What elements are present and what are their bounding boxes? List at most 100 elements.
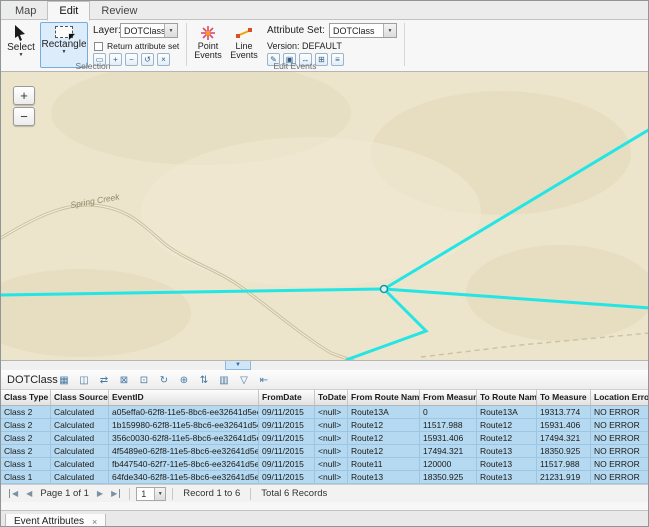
zoom-control: + −	[13, 86, 35, 128]
table-row[interactable]: Class 1 Calculated fb447540-62f7-11e5-8b…	[1, 458, 648, 471]
cell-class-source: Calculated	[51, 419, 109, 431]
column-header-todate[interactable]: ToDate	[315, 390, 348, 405]
cell-from-measure: 18350.925	[420, 471, 477, 483]
cell-from-measure: 15931.406	[420, 432, 477, 444]
point-events-button[interactable]: Point Events	[191, 22, 225, 66]
next-page-button[interactable]: ▶	[93, 489, 107, 498]
ribbon-body: Select ▼ ◤ Rectangle ▼ Layer: DOTClass ▼…	[1, 20, 648, 72]
sort-icon[interactable]: ⇅	[195, 372, 213, 388]
status-tab-bar: Event Attributes ×	[1, 510, 648, 526]
cell-from-route-name: Route12	[348, 419, 420, 431]
cell-to-route-name: Route13	[477, 445, 537, 457]
map-canvas[interactable]: Spring Creek + −	[1, 72, 649, 360]
cell-class-source: Calculated	[51, 445, 109, 457]
page-select-dropdown[interactable]: 1 ▼	[136, 487, 166, 501]
return-attribute-set-label: Return attribute set	[107, 41, 179, 51]
previous-page-button[interactable]: ◀	[22, 489, 36, 498]
cell-eventid: fb447540-62f7-11e5-8bc6-ee32641d5ec9	[109, 458, 259, 470]
tab-edit[interactable]: Edit	[47, 1, 90, 21]
cell-eventid: 356c0030-62f8-11e5-8bc6-ee32641d5ec9	[109, 432, 259, 444]
cell-to-measure: 15931.406	[537, 419, 591, 431]
collapse-grid-icon[interactable]: ⇤	[255, 372, 273, 388]
route-line-south[interactable]	[346, 289, 426, 360]
cell-to-route-name: Route12	[477, 419, 537, 431]
cursor-icon	[14, 25, 28, 42]
cell-todate: <null>	[315, 471, 348, 483]
route-junction-vertex[interactable]	[381, 286, 388, 293]
cell-from-route-name: Route13A	[348, 406, 420, 418]
cell-fromdate: 09/11/2015	[259, 458, 315, 470]
collapse-panel-button[interactable]: ▼	[225, 361, 251, 370]
chevron-down-icon[interactable]: ▼	[383, 24, 396, 37]
column-header-from-measure[interactable]: From Measure	[420, 390, 477, 405]
return-attribute-set-checkbox[interactable]	[94, 42, 103, 51]
cell-fromdate: 09/11/2015	[259, 406, 315, 418]
column-header-from-route-name[interactable]: From Route Name	[348, 390, 420, 405]
attribute-set-dropdown[interactable]: DOTClass ▼	[329, 23, 397, 38]
cell-class-type: Class 2	[1, 419, 51, 431]
line-events-label: Line Events	[227, 42, 261, 60]
cell-todate: <null>	[315, 445, 348, 457]
show-selected-icon[interactable]: ◫	[75, 372, 93, 388]
refresh-icon[interactable]: ↻	[155, 372, 173, 388]
cell-from-measure: 11517.988	[420, 419, 477, 431]
cell-todate: <null>	[315, 406, 348, 418]
clear-selection-icon[interactable]: ⊠	[115, 372, 133, 388]
table-row[interactable]: Class 2 Calculated 1b159980-62f8-11e5-8b…	[1, 419, 648, 432]
ribbon-tabstrip: MapEditReview	[1, 1, 648, 20]
column-header-eventid[interactable]: EventID	[109, 390, 259, 405]
column-header-class-type[interactable]: Class Type	[1, 390, 51, 405]
close-icon[interactable]: ×	[92, 517, 97, 527]
column-header-location-error[interactable]: Location Error	[591, 390, 648, 405]
table-row[interactable]: Class 2 Calculated a05effa0-62f8-11e5-8b…	[1, 406, 648, 419]
edit-events-group-label: Edit Events	[187, 61, 403, 71]
panel-divider: ▼	[1, 360, 648, 370]
chevron-down-icon[interactable]: ▼	[164, 24, 177, 37]
first-page-button[interactable]: ◀	[9, 489, 22, 498]
cell-eventid: 64fde340-62f8-11e5-8bc6-ee32641d5ec9	[109, 471, 259, 483]
table-body: Class 2 Calculated a05effa0-62f8-11e5-8b…	[1, 406, 648, 484]
cell-from-route-name: Route11	[348, 458, 420, 470]
zoom-out-button[interactable]: −	[13, 107, 35, 126]
valley-shading	[141, 137, 481, 287]
cell-todate: <null>	[315, 458, 348, 470]
cell-to-route-name: Route13	[477, 471, 537, 483]
chevron-down-icon: ▼	[62, 50, 67, 54]
table-row[interactable]: Class 1 Calculated 64fde340-62f8-11e5-8b…	[1, 471, 648, 484]
cell-fromdate: 09/11/2015	[259, 471, 315, 483]
cell-to-route-name: Route13A	[477, 406, 537, 418]
panel-filler	[1, 502, 648, 510]
tab-review[interactable]: Review	[90, 2, 148, 20]
cell-to-measure: 17494.321	[537, 432, 591, 444]
zoom-in-button[interactable]: +	[13, 86, 35, 105]
table-row[interactable]: Class 2 Calculated 4f5489e0-62f8-11e5-8b…	[1, 445, 648, 458]
filter-icon[interactable]: ▽	[235, 372, 253, 388]
zoom-to-selection-icon[interactable]: ⊕	[175, 372, 193, 388]
tab-event-attributes[interactable]: Event Attributes ×	[5, 514, 106, 527]
column-header-class-source[interactable]: Class Source	[51, 390, 109, 405]
table-row[interactable]: Class 2 Calculated 356c0030-62f8-11e5-8b…	[1, 432, 648, 445]
point-events-icon	[200, 25, 216, 41]
layer-dropdown[interactable]: DOTClass ▼	[120, 23, 178, 38]
switch-selection-icon[interactable]: ⇄	[95, 372, 113, 388]
column-header-fromdate[interactable]: FromDate	[259, 390, 315, 405]
chevron-down-icon[interactable]: ▼	[154, 488, 165, 500]
line-events-icon	[236, 25, 252, 41]
tab-event-attributes-label: Event Attributes	[14, 516, 84, 527]
column-header-to-measure[interactable]: To Measure	[537, 390, 591, 405]
page-select-value: 1	[137, 489, 154, 499]
page-count-text: Page 1 of 1	[40, 488, 89, 499]
select-all-icon[interactable]: ▦	[55, 372, 73, 388]
save-edits-icon[interactable]: ⊡	[135, 372, 153, 388]
columns-icon[interactable]: ▥	[215, 372, 233, 388]
cell-class-type: Class 1	[1, 471, 51, 483]
cell-fromdate: 09/11/2015	[259, 445, 315, 457]
record-range-text: Record 1 to 6	[183, 488, 240, 499]
line-events-button[interactable]: Line Events	[227, 22, 261, 66]
column-header-to-route-name[interactable]: To Route Name	[477, 390, 537, 405]
last-page-button[interactable]: ▶	[107, 489, 120, 498]
cell-location-error: NO ERROR	[591, 471, 648, 483]
cell-todate: <null>	[315, 432, 348, 444]
cell-from-measure: 120000	[420, 458, 477, 470]
tab-map[interactable]: Map	[4, 2, 47, 20]
